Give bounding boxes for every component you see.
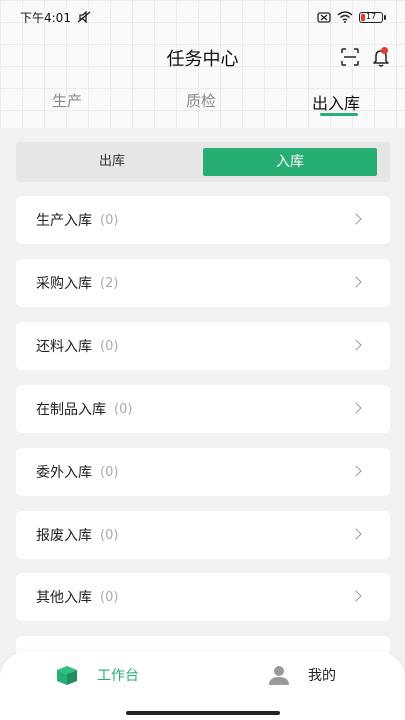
nav-workbench[interactable]: 工作台 [55, 664, 139, 686]
chevron-right-icon [350, 213, 362, 225]
list-item-production-inbound[interactable]: 生产入库 (0) [16, 196, 390, 244]
sim-off-icon [317, 11, 331, 23]
nav-workbench-label: 工作台 [97, 668, 139, 684]
battery-icon: 17 [359, 11, 386, 23]
list-item-outsource-inbound[interactable]: 委外入库 (0) [16, 448, 390, 496]
tab-quality[interactable]: 质检 [186, 90, 216, 111]
battery-level: 17 [365, 11, 377, 21]
tab-active-indicator [320, 113, 358, 116]
nav-profile[interactable]: 我的 [268, 664, 336, 686]
segment-inbound[interactable]: 入库 [203, 148, 377, 176]
list-item-wip-inbound[interactable]: 在制品入库 (0) [16, 385, 390, 433]
chevron-right-icon [350, 465, 362, 477]
list-item-count: (0) [100, 212, 119, 228]
tab-inventory[interactable]: 出入库 [312, 90, 360, 114]
notification-dot [381, 47, 388, 54]
mute-icon [77, 11, 91, 23]
workbench-icon [57, 666, 77, 685]
list-item-count: (2) [100, 275, 119, 291]
list-item-scrap-inbound[interactable]: 报废入库 (0) [16, 511, 390, 559]
status-bar: 下午4:01 17 [0, 0, 405, 34]
list-item-label: 还料入库 [36, 339, 92, 355]
list-item-return-material-inbound[interactable]: 还料入库 (0) [16, 322, 390, 370]
scan-icon[interactable] [341, 48, 359, 66]
chevron-right-icon [350, 590, 362, 602]
list-item-label: 其他入库 [36, 590, 92, 606]
home-indicator [126, 711, 280, 715]
list-item-count: (0) [100, 589, 119, 605]
chevron-right-icon [350, 528, 362, 540]
list-item-label: 在制品入库 [36, 402, 106, 418]
nav-profile-label: 我的 [308, 668, 336, 684]
list-item-label: 委外入库 [36, 465, 92, 481]
chevron-right-icon [350, 339, 362, 351]
list-item-count: (0) [100, 464, 119, 480]
bottom-nav: 工作台 我的 [0, 652, 405, 720]
list-item-other-inbound[interactable]: 其他入库 (0) [16, 573, 390, 621]
list-item-label: 生产入库 [36, 213, 92, 229]
list-item-count: (0) [114, 401, 133, 417]
header-area: 下午4:01 17 任务中心 生产 质检 出入库 [0, 0, 405, 128]
list-item-count: (0) [100, 338, 119, 354]
list-item-purchase-inbound[interactable]: 采购入库 (2) [16, 259, 390, 307]
chevron-right-icon [350, 276, 362, 288]
tab-production[interactable]: 生产 [52, 90, 82, 111]
user-icon [269, 666, 289, 685]
tab-bar: 生产 质检 出入库 [0, 90, 405, 126]
segmented-control: 出库 入库 [16, 142, 390, 182]
list-item-count: (0) [100, 527, 119, 543]
status-time: 下午4:01 [20, 10, 71, 25]
chevron-right-icon [350, 402, 362, 414]
segment-outbound[interactable]: 出库 [22, 148, 202, 176]
list-item-label: 报废入库 [36, 528, 92, 544]
wifi-icon [337, 11, 353, 23]
list-item-label: 采购入库 [36, 276, 92, 292]
